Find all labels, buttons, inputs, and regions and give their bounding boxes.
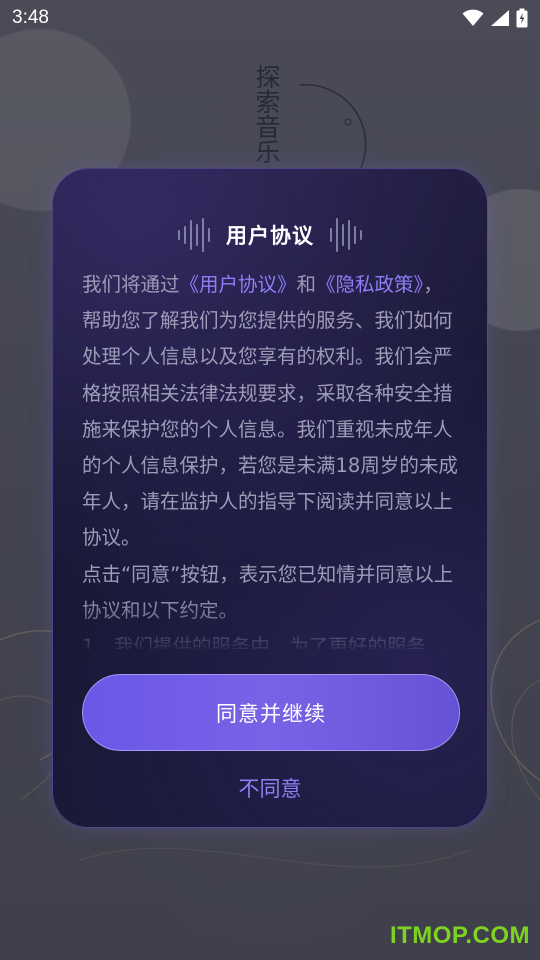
battery-charging-icon: [516, 8, 528, 28]
agreement-paragraph-1: 我们将通过《用户协议》和《隐私政策》，帮助您了解我们为您提供的服务、我们如何处理…: [82, 267, 462, 557]
privacy-policy-link[interactable]: 《隐私政策》: [316, 273, 423, 296]
agreement-body-scroll[interactable]: 我们将通过《用户协议》和《隐私政策》，帮助您了解我们为您提供的服务、我们如何处理…: [82, 267, 462, 649]
cellular-signal-icon: [491, 10, 509, 26]
agree-continue-button[interactable]: 同意并继续: [82, 674, 460, 751]
agreement-paragraph-1-text: ，帮助您了解我们为您提供的服务、我们如何处理个人信息以及您享有的权利。我们会严格…: [82, 273, 458, 550]
status-time: 3:48: [12, 7, 49, 28]
sound-wave-right-icon: [330, 218, 362, 252]
dialog-header: 用户协议: [53, 218, 487, 252]
wifi-icon: [462, 9, 484, 26]
site-watermark: ITMOP.COM: [389, 922, 530, 949]
agreement-paragraph-2: 点击“同意”按钮，表示您已知情并同意以上协议和以下约定。: [82, 562, 454, 622]
sound-wave-left-icon: [178, 218, 210, 252]
agreement-paragraph-3: 1、我们提供的服务中，为了更好的服务: [82, 635, 426, 649]
agreement-conjunction: 和: [296, 273, 317, 296]
status-bar: 3:48: [0, 0, 540, 36]
status-icons: [462, 8, 528, 28]
user-agreement-link[interactable]: 《用户协议》: [180, 273, 297, 296]
agreement-intro: 我们将通过: [82, 273, 180, 296]
user-agreement-dialog: 用户协议 我们将通过《用户协议》和《隐私政策》，帮助您了解我们为您提供的服务、我…: [52, 168, 488, 828]
dialog-title: 用户协议: [226, 224, 314, 248]
disagree-button[interactable]: 不同意: [53, 773, 487, 803]
